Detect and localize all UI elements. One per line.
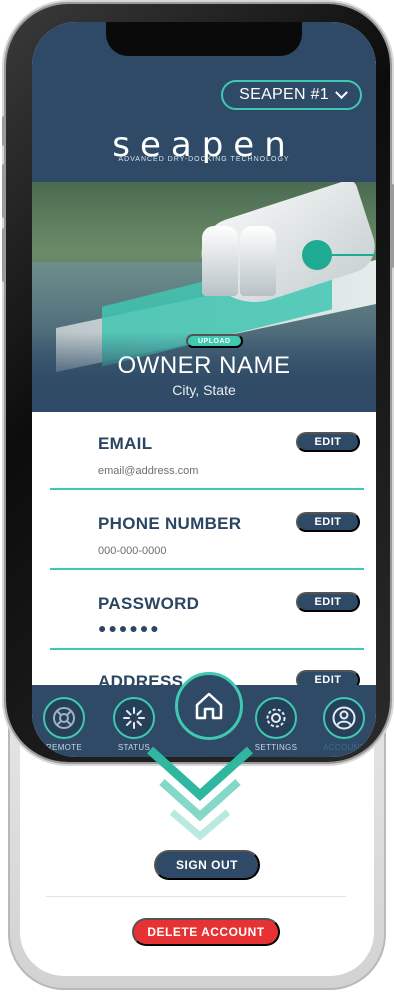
field-label: PHONE NUMBER <box>98 514 242 533</box>
scroll-down-chevrons-icon <box>146 746 254 841</box>
volume-down-button <box>2 228 6 282</box>
remote-icon <box>43 697 85 739</box>
field-value: email@address.com <box>98 465 199 477</box>
field-password: PASSWORD ●●●●●● EDIT <box>32 572 376 650</box>
field-label: PASSWORD <box>98 594 200 613</box>
home-icon <box>195 692 223 720</box>
gear-icon <box>255 697 297 739</box>
field-value: ●●●●●● <box>98 620 161 636</box>
field-email: EMAIL email@address.com EDIT <box>32 412 376 490</box>
nav-account[interactable]: ACCOUNT <box>314 697 374 752</box>
lower-divider <box>46 896 346 897</box>
field-label: EMAIL <box>98 434 153 453</box>
mute-switch <box>2 116 6 146</box>
owner-location: City, State <box>172 382 236 398</box>
power-button <box>390 184 394 268</box>
nav-label: REMOTE <box>45 743 83 752</box>
upload-photo-button[interactable]: UPLOAD <box>186 334 243 348</box>
account-fields: EMAIL email@address.com EDIT PHONE NUMBE… <box>32 412 376 712</box>
edit-phone-button[interactable]: EDIT <box>296 512 360 532</box>
field-phone: PHONE NUMBER 000-000-0000 EDIT <box>32 492 376 570</box>
device-frame: SEAPEN #1 seapen ADVANCED DRY-DOCKING TE… <box>2 4 394 762</box>
sign-out-button[interactable]: SIGN OUT <box>154 850 260 880</box>
outboard-motor-shape <box>202 226 238 296</box>
nav-label: ACCOUNT <box>323 743 365 752</box>
edit-password-button[interactable]: EDIT <box>296 592 360 612</box>
brand-tagline: ADVANCED DRY-DOCKING TECHNOLOGY <box>118 156 290 163</box>
delete-account-button[interactable]: DELETE ACCOUNT <box>132 918 280 946</box>
owner-name: OWNER NAME <box>117 352 291 379</box>
volume-up-button <box>2 164 6 218</box>
unit-selector[interactable]: SEAPEN #1 <box>221 80 362 110</box>
edit-email-button[interactable]: EDIT <box>296 432 360 452</box>
notch <box>106 22 302 56</box>
unit-selector-label: SEAPEN #1 <box>239 86 329 103</box>
device-screen: SEAPEN #1 seapen ADVANCED DRY-DOCKING TE… <box>32 22 376 757</box>
field-divider <box>50 488 364 490</box>
callout-line <box>328 254 376 256</box>
field-divider <box>50 568 364 570</box>
user-icon <box>323 697 365 739</box>
outboard-motor-shape <box>240 226 276 296</box>
chevron-down-icon <box>335 85 348 99</box>
field-value: 000-000-0000 <box>98 545 167 557</box>
nav-remote[interactable]: REMOTE <box>34 697 94 752</box>
